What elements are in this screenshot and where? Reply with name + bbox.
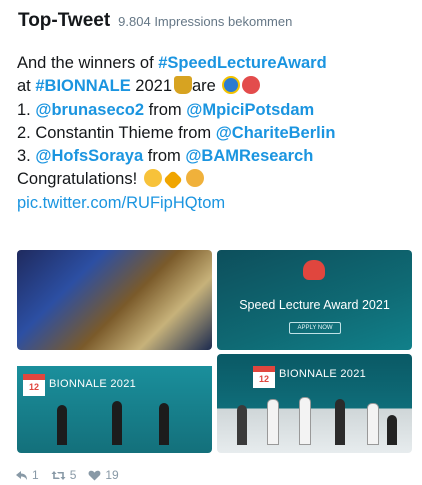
media-photo-figurines[interactable] xyxy=(17,250,212,350)
person-figure xyxy=(267,399,279,445)
media-title: Speed Lecture Award 2021 xyxy=(239,298,390,312)
media-bionnale-stage[interactable]: 12 BIONNALE 2021 xyxy=(17,354,212,453)
speaker-silhouette xyxy=(112,401,122,445)
reply-action[interactable]: 1 xyxy=(15,468,39,482)
mention-chariteberlin[interactable]: @ChariteBerlin xyxy=(216,124,336,142)
media-title: BIONNALE 2021 xyxy=(49,378,137,390)
person-figure xyxy=(367,403,379,445)
person-figure xyxy=(237,405,247,445)
media-grid: Speed Lecture Award 2021 APPLY NOW 12 BI… xyxy=(17,250,412,453)
date-tag: 12 xyxy=(253,366,275,388)
like-action[interactable]: 19 xyxy=(88,468,119,482)
like-count: 19 xyxy=(105,468,119,482)
tweet-line-4: 2. Constantin Thieme from @ChariteBerlin xyxy=(17,122,412,145)
sparkle-icon xyxy=(162,170,183,191)
tweet-actions: 1 5 19 xyxy=(15,468,119,482)
person-figure xyxy=(299,397,311,445)
tweet-line-5: 3. @HofsSoraya from @BAMResearch xyxy=(17,145,412,168)
tweet-text-segment: And the winners of xyxy=(17,54,159,72)
date-day: 12 xyxy=(258,374,269,384)
brain-icon xyxy=(303,260,325,280)
card-title: Top-Tweet xyxy=(18,10,111,31)
tweet-text-segment: at xyxy=(17,77,36,96)
medal-icon xyxy=(242,76,261,95)
media-link[interactable]: pic.twitter.com/RUFipHQtom xyxy=(17,194,225,212)
tweet-line-2: at #BIONNALE 2021 are xyxy=(17,75,412,98)
date-day: 12 xyxy=(28,382,39,392)
hashtag-bionnale[interactable]: #BIONNALE xyxy=(35,77,130,95)
retweet-action[interactable]: 5 xyxy=(51,468,77,482)
tweet-line-6: Congratulations! xyxy=(17,168,412,191)
tweet-text-segment: are xyxy=(192,77,221,96)
mention-mpicipotsdam[interactable]: @MpiciPotsdam xyxy=(186,101,314,119)
speaker-silhouette xyxy=(57,405,67,445)
tweet-text-segment: 1. xyxy=(17,100,36,119)
trophy-icon xyxy=(174,76,192,95)
impressions-count: 9.804 Impressions bekommen xyxy=(118,14,293,29)
heart-icon xyxy=(88,470,101,480)
reply-count: 1 xyxy=(32,468,39,482)
retweet-count: 5 xyxy=(69,468,77,482)
mention-hofssoraya[interactable]: @HofsSoraya xyxy=(35,147,143,165)
media-title: BIONNALE 2021 xyxy=(279,368,367,380)
medal-icon xyxy=(222,76,241,95)
tweet-text-segment: Congratulations! xyxy=(17,170,138,189)
mention-bamresearch[interactable]: @BAMResearch xyxy=(185,147,313,165)
hashtag-speedlectureaward[interactable]: #SpeedLectureAward xyxy=(158,54,326,72)
person-figure xyxy=(387,415,397,445)
tweet-text-segment: 3. xyxy=(17,147,36,166)
top-tweet-card: Top-Tweet 9.804 Impressions bekommen And… xyxy=(0,0,422,485)
tweet-line-7: pic.twitter.com/RUFipHQtom xyxy=(17,192,412,215)
tweet-text-segment: 2. Constantin Thieme from xyxy=(17,123,216,142)
apply-now-badge: APPLY NOW xyxy=(289,322,341,334)
tweet-text-segment: from xyxy=(144,100,187,119)
media-bionnale-winners[interactable]: 12 BIONNALE 2021 xyxy=(217,354,412,453)
media-speed-lecture-award[interactable]: Speed Lecture Award 2021 APPLY NOW xyxy=(217,250,412,350)
handshake-icon xyxy=(185,169,204,188)
tweet-line-3: 1. @brunaseco2 from @MpiciPotsdam xyxy=(17,99,412,122)
tweet-text-segment: 2021 xyxy=(130,77,172,96)
reply-icon xyxy=(16,470,27,480)
date-tag: 12 xyxy=(23,374,45,396)
person-figure xyxy=(335,399,345,445)
tweet-text-segment: from xyxy=(143,147,186,166)
tweet-line-1: And the winners of #SpeedLectureAward xyxy=(17,52,412,75)
retweet-icon xyxy=(51,470,66,480)
mention-brunaseco2[interactable]: @brunaseco2 xyxy=(35,101,144,119)
party-face-icon xyxy=(143,169,162,188)
tweet-text: And the winners of #SpeedLectureAward at… xyxy=(17,52,412,215)
card-header: Top-Tweet 9.804 Impressions bekommen xyxy=(18,10,292,32)
speaker-silhouette xyxy=(159,403,169,445)
